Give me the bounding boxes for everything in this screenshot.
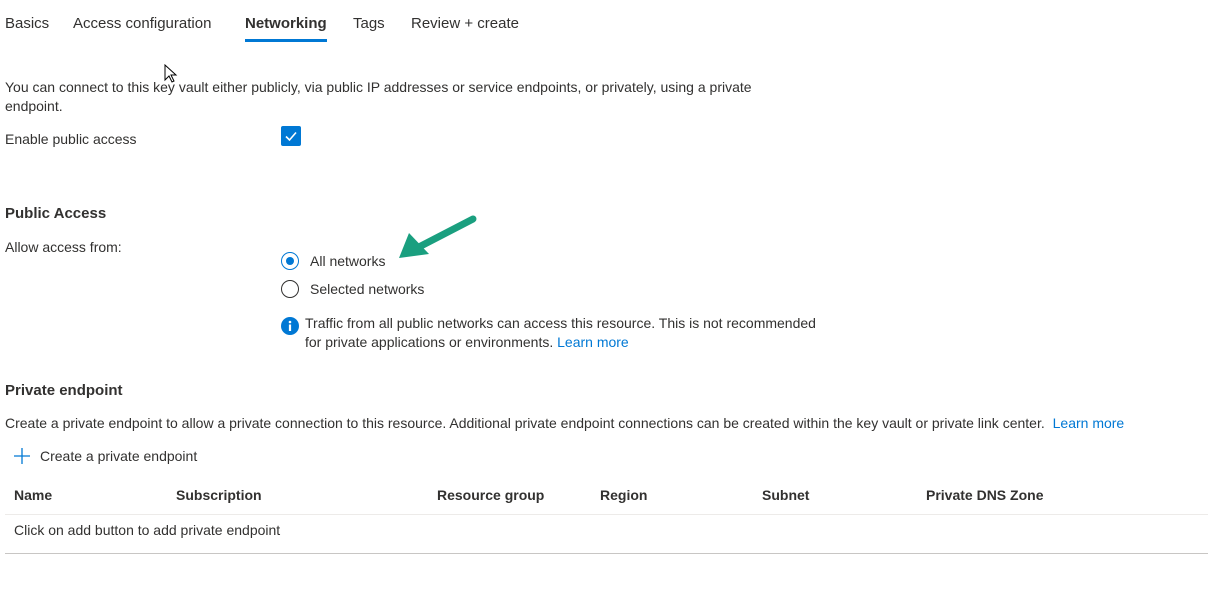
private-endpoint-learn-more-link[interactable]: Learn more: [1053, 415, 1125, 431]
tab-tags[interactable]: Tags: [353, 15, 385, 32]
radio-all-networks[interactable]: [281, 252, 299, 270]
allow-access-from-label: Allow access from:: [5, 239, 122, 255]
radio-all-networks-label[interactable]: All networks: [310, 252, 385, 271]
column-header-region: Region: [600, 487, 648, 503]
public-access-title: Public Access: [5, 205, 107, 222]
radio-selected-networks-label[interactable]: Selected networks: [310, 280, 424, 299]
create-private-endpoint-label: Create a private endpoint: [40, 448, 198, 464]
checkmark-icon: [285, 131, 297, 142]
tab-review-create[interactable]: Review + create: [411, 15, 519, 32]
column-header-subnet: Subnet: [762, 487, 810, 503]
column-header-private-dns-zone: Private DNS Zone: [926, 487, 1044, 503]
column-header-resource-group: Resource group: [437, 487, 545, 503]
column-header-subscription: Subscription: [176, 487, 262, 503]
info-icon: [281, 317, 299, 335]
tab-access-configuration[interactable]: Access configuration: [73, 15, 211, 32]
table-header-divider: [5, 514, 1208, 515]
active-tab-indicator: [245, 39, 327, 42]
enable-public-access-checkbox[interactable]: [281, 126, 301, 146]
annotation-arrow-icon: [399, 215, 477, 258]
column-header-name: Name: [14, 487, 53, 503]
private-endpoint-description: Create a private endpoint to allow a pri…: [5, 414, 1124, 433]
enable-public-access-label: Enable public access: [5, 131, 137, 147]
table-empty-message: Click on add button to add private endpo…: [14, 522, 281, 538]
private-endpoint-description-text: Create a private endpoint to allow a pri…: [5, 415, 1045, 431]
public-access-learn-more-link[interactable]: Learn more: [557, 334, 629, 350]
private-endpoint-title: Private endpoint: [5, 382, 123, 399]
info-message: Traffic from all public networks can acc…: [305, 314, 825, 352]
intro-text: You can connect to this key vault either…: [5, 79, 752, 114]
tab-basics[interactable]: Basics: [5, 15, 49, 32]
table-bottom-divider: [5, 553, 1208, 554]
radio-selected-networks[interactable]: [281, 280, 299, 298]
tab-networking[interactable]: Networking: [245, 15, 327, 32]
plus-icon: [14, 448, 30, 464]
